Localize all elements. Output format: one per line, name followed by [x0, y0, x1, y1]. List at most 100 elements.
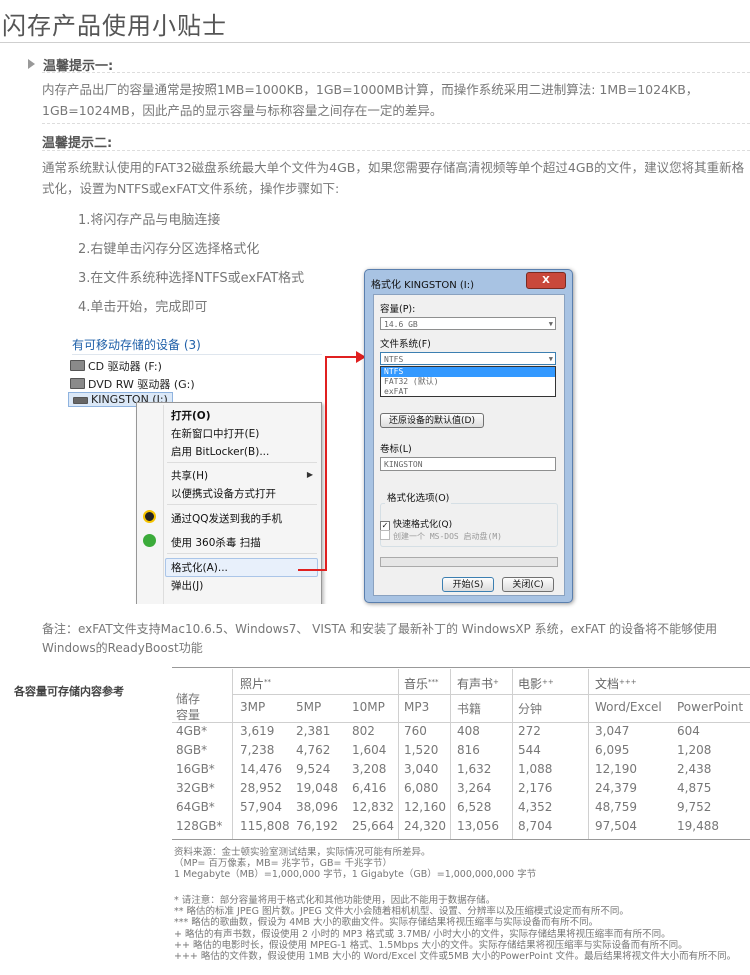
- footnote-line: * 请注意：部分容量将用于格式化和其他功能使用，因此不能用于数据存储。: [174, 895, 496, 906]
- usb-drive-icon: [73, 397, 88, 404]
- tip2-text: 通常系统默认使用的FAT32磁盘系统最大单个文件为4GB，如果您需要存储高清视频…: [42, 160, 745, 196]
- group-label: 照片: [240, 677, 265, 691]
- row-capacity: 4GB*: [176, 724, 208, 738]
- table-subheader: 10MP: [352, 700, 385, 714]
- footnote-line: *** 略估的歌曲数，假设为 4MB 大小的歌曲文件。实际存储结果将视压缩率与实…: [174, 917, 599, 929]
- step-4: 4.单击开始，完成即可: [78, 300, 208, 315]
- capacity-label: 容量(P):: [380, 304, 416, 315]
- table-cell: 2,381: [296, 724, 331, 738]
- table-cell: 2,176: [518, 781, 553, 795]
- table-cell: 1,520: [404, 743, 439, 757]
- footnote-line: + 略估的有声书数，假设使用 2 小时的 MP3 格式或 3.7MB/ 小时大小…: [174, 928, 671, 940]
- table-cell: 14,476: [240, 762, 282, 776]
- fs-option-ntfs[interactable]: NTFS: [381, 367, 555, 377]
- menu-eject[interactable]: 弹出(J): [171, 578, 203, 593]
- title-divider: [0, 42, 750, 43]
- table-subheader: PowerPoint: [677, 700, 744, 714]
- row-capacity: 32GB*: [176, 781, 215, 795]
- capacity-value: 14.6 GB: [384, 320, 418, 329]
- menu-share[interactable]: 共享(H): [171, 468, 208, 483]
- table-subheader: 分钟: [518, 702, 543, 716]
- table-cell: 12,190: [595, 762, 637, 776]
- menu-open[interactable]: 打开(O): [171, 408, 211, 423]
- row-capacity: 128GB*: [176, 819, 223, 833]
- table-group-header: 电影++: [518, 675, 554, 692]
- table-subheader: 3MP: [240, 700, 266, 714]
- table-cell: 3,047: [595, 724, 630, 738]
- restore-defaults-button[interactable]: 还原设备的默认值(D): [380, 413, 484, 428]
- submenu-arrow-icon: ▶: [306, 470, 313, 479]
- table-cell: 48,759: [595, 800, 637, 814]
- menu-gutter: [163, 405, 164, 604]
- volume-input[interactable]: KINGSTON: [380, 457, 556, 471]
- dashed-divider: [42, 72, 750, 73]
- fs-option-exfat[interactable]: exFAT: [381, 387, 555, 397]
- note-text: 备注：exFAT文件支持Mac10.6.5、Windows7、 VISTA 和安…: [42, 622, 718, 655]
- explorer-screenshot: 有可移动存储的设备 (3) CD 驱动器 (F:) DVD RW 驱动器 (G:…: [66, 332, 328, 604]
- tip2-heading: 温馨提示二:: [42, 136, 113, 151]
- table-bottom-rule: [172, 839, 750, 840]
- drive-cd[interactable]: CD 驱动器 (F:): [70, 358, 162, 374]
- table-cell: 28,952: [240, 781, 282, 795]
- menu-send-qq[interactable]: 通过QQ发送到我的手机: [171, 511, 282, 526]
- table-cell: 3,264: [457, 781, 492, 795]
- table-cell: 115,808: [240, 819, 290, 833]
- menu-open-portable[interactable]: 以便携式设备方式打开: [171, 486, 276, 501]
- table-cell: 4,762: [296, 743, 331, 757]
- menu-separator: [167, 462, 317, 463]
- drive-dvd[interactable]: DVD RW 驱动器 (G:): [70, 376, 195, 392]
- table-cell: 3,040: [404, 762, 439, 776]
- row-capacity: 64GB*: [176, 800, 215, 814]
- quick-format-checkbox[interactable]: ✓ 快速格式化(Q): [380, 517, 452, 531]
- dashed-divider: [42, 150, 750, 151]
- table-cell: 3,619: [240, 724, 275, 738]
- progress-bar: [380, 557, 558, 567]
- bullet-triangle-icon: [28, 59, 35, 69]
- format-dialog: 格式化 KINGSTON (I:) X 容量(P): 14.6 GB ▼ 文件系统…: [364, 269, 573, 603]
- table-cell: 6,095: [595, 743, 630, 757]
- msdos-checkbox[interactable]: 创建一个 MS-DOS 启动盘(M): [380, 530, 502, 542]
- table-cell: 1,604: [352, 743, 387, 757]
- table-cell: 408: [457, 724, 480, 738]
- fs-option-fat32[interactable]: FAT32 (默认): [381, 377, 555, 387]
- dialog-title: 格式化 KINGSTON (I:): [371, 280, 475, 291]
- filesystem-select[interactable]: NTFS ▼: [380, 352, 556, 365]
- group-footnote-mark: ++: [542, 678, 554, 686]
- page-title: 闪存产品使用小贴士: [2, 12, 227, 40]
- table-cell: 6,080: [404, 781, 439, 795]
- table-cell: 25,664: [352, 819, 394, 833]
- shield-360-icon: [143, 534, 156, 547]
- group-footnote-mark: **: [264, 678, 272, 686]
- group-label: 文档: [595, 677, 620, 691]
- table-cell: 19,048: [296, 781, 338, 795]
- step-1: 1.将闪存产品与电脑连接: [78, 213, 221, 228]
- row-capacity: 16GB*: [176, 762, 215, 776]
- start-button[interactable]: 开始(S): [442, 577, 494, 592]
- close-button[interactable]: 关闭(C): [502, 577, 554, 592]
- footnote-line: ++ 略估的电影时长，假设使用 MPEG-1 格式、1.5Mbps 大小的文件。…: [174, 939, 688, 951]
- dialog-close-button[interactable]: X: [526, 272, 566, 289]
- menu-360-scan[interactable]: 使用 360杀毒 扫描: [171, 535, 261, 550]
- capacity-select[interactable]: 14.6 GB ▼: [380, 317, 556, 330]
- filesystem-label: 文件系统(F): [380, 339, 431, 350]
- menu-open-new-window[interactable]: 在新窗口中打开(E): [171, 426, 259, 441]
- footnote-line: +++ 略估的文件数，假设使用 1MB 大小的 Word/Excel 文件或5M…: [174, 951, 737, 962]
- table-cell: 6,416: [352, 781, 387, 795]
- table-cell: 76,192: [296, 819, 338, 833]
- table-cell: 1,208: [677, 743, 712, 757]
- group-label: 音乐: [404, 677, 429, 691]
- table-cell: 19,488: [677, 819, 719, 833]
- table-cell: 2,438: [677, 762, 712, 776]
- table-cell: 272: [518, 724, 541, 738]
- chevron-down-icon: ▼: [548, 355, 553, 363]
- menu-bitlocker[interactable]: 启用 BitLocker(B)...: [171, 444, 269, 459]
- table-subheader: 5MP: [296, 700, 322, 714]
- table-cell: 57,904: [240, 800, 282, 814]
- table-cell: 24,320: [404, 819, 446, 833]
- table-side-title: 各容量可存储内容参考: [14, 685, 124, 698]
- capacity-header: 储存: [176, 692, 201, 706]
- menu-format[interactable]: 格式化(A)...: [171, 560, 228, 575]
- capacity-table: 照片** 音乐*** 有声书+ 电影++ 文档+++ 储存 容量 3MP 5MP 10MP MP3 书…: [172, 667, 750, 847]
- table-cell: 24,379: [595, 781, 637, 795]
- footnote-line: 资料来源：金士顿实验室测试结果，实际情况可能有所差异。: [174, 847, 431, 858]
